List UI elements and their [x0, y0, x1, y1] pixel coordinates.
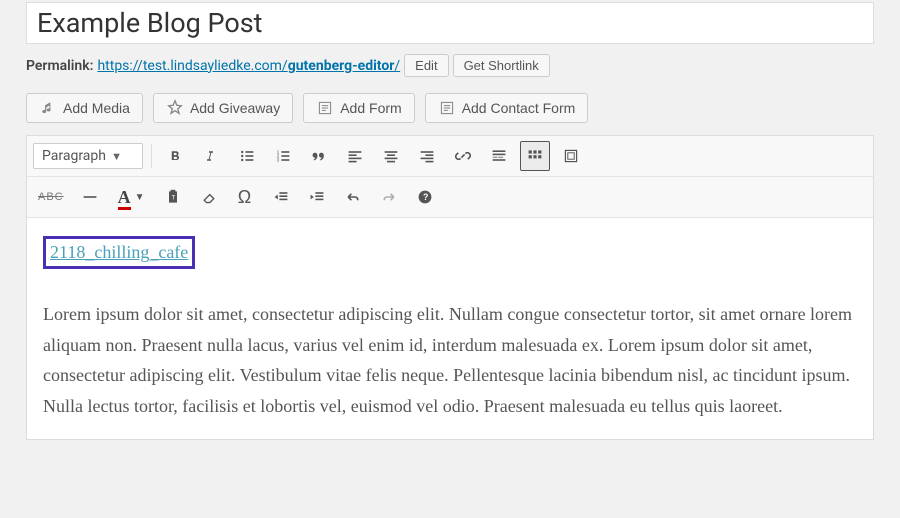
help-icon: ?	[417, 188, 433, 206]
clear-formatting-button[interactable]	[194, 182, 224, 212]
permalink-link[interactable]: https://test.lindsayliedke.com/gutenberg…	[97, 58, 400, 74]
format-select[interactable]: Paragraph ▼	[33, 143, 143, 169]
insert-more-button[interactable]	[484, 141, 514, 171]
italic-icon	[203, 147, 219, 165]
camera-music-icon	[39, 100, 57, 116]
undo-button[interactable]	[338, 182, 368, 212]
omega-icon: Ω	[238, 187, 251, 208]
link-icon	[455, 147, 471, 165]
strikethrough-button[interactable]: ABC	[33, 182, 69, 212]
special-character-button[interactable]: Ω	[230, 182, 260, 212]
toolbar-row-1: Paragraph ▼ 123	[27, 136, 873, 177]
title-input-wrap[interactable]: Example Blog Post	[26, 2, 874, 44]
content-paragraph: Lorem ipsum dolor sit amet, consectetur …	[43, 299, 857, 421]
editor-panel: Paragraph ▼ 123	[26, 135, 874, 440]
chevron-down-icon: ▼	[135, 192, 145, 203]
help-button[interactable]: ?	[410, 182, 440, 212]
toolbar-row-2: ABC A ▼ T Ω	[27, 177, 873, 218]
bold-icon	[167, 147, 183, 165]
permalink-row: Permalink: https://test.lindsayliedke.co…	[26, 54, 874, 77]
svg-text:3: 3	[277, 158, 280, 164]
undo-icon	[345, 188, 361, 206]
form-icon	[316, 100, 334, 116]
horizontal-rule-button[interactable]	[75, 182, 105, 212]
list-ol-icon: 123	[275, 147, 291, 165]
clipboard-icon: T	[165, 188, 181, 206]
eraser-icon	[201, 188, 217, 206]
outdent-icon	[273, 188, 289, 206]
add-giveaway-button[interactable]: Add Giveaway	[153, 93, 293, 123]
text-color-button[interactable]: A ▼	[111, 182, 152, 212]
add-media-button[interactable]: Add Media	[26, 93, 143, 123]
add-contact-form-button[interactable]: Add Contact Form	[425, 93, 589, 123]
edit-permalink-button[interactable]: Edit	[404, 54, 448, 77]
selected-link-highlight: 2118_chilling_cafe	[43, 236, 195, 269]
permalink-label: Permalink:	[26, 58, 93, 74]
numbered-list-button[interactable]: 123	[268, 141, 298, 171]
bulleted-list-button[interactable]	[232, 141, 262, 171]
redo-button[interactable]	[374, 182, 404, 212]
giveaway-icon	[166, 99, 184, 117]
svg-text:?: ?	[423, 192, 428, 202]
align-center-icon	[383, 147, 399, 165]
align-right-button[interactable]	[412, 141, 442, 171]
editor-content[interactable]: 2118_chilling_cafe Lorem ipsum dolor sit…	[27, 218, 873, 439]
align-left-icon	[347, 147, 363, 165]
paste-text-button[interactable]: T	[158, 182, 188, 212]
content-link[interactable]: 2118_chilling_cafe	[50, 242, 188, 262]
svg-text:T: T	[171, 194, 175, 201]
fullscreen-icon	[563, 147, 579, 165]
distraction-free-button[interactable]	[556, 141, 586, 171]
toolbar-toggle-button[interactable]	[520, 141, 550, 171]
align-left-button[interactable]	[340, 141, 370, 171]
redo-icon	[381, 188, 397, 206]
align-right-icon	[419, 147, 435, 165]
divider	[151, 144, 152, 168]
chevron-down-icon: ▼	[111, 150, 122, 163]
strikethrough-icon: ABC	[38, 191, 64, 203]
indent-icon	[309, 188, 325, 206]
hr-icon	[82, 188, 98, 206]
text-color-icon: A	[118, 187, 131, 208]
get-shortlink-button[interactable]: Get Shortlink	[453, 54, 550, 77]
media-buttons-row: Add Media Add Giveaway Add Form Add Cont…	[26, 93, 874, 123]
toolbar-toggle-icon	[527, 147, 543, 165]
blockquote-button[interactable]	[304, 141, 334, 171]
bold-button[interactable]	[160, 141, 190, 171]
align-center-button[interactable]	[376, 141, 406, 171]
contact-form-icon	[438, 100, 456, 116]
outdent-button[interactable]	[266, 182, 296, 212]
add-form-button[interactable]: Add Form	[303, 93, 414, 123]
quote-icon	[311, 147, 327, 165]
post-title: Example Blog Post	[37, 7, 863, 39]
insert-link-button[interactable]	[448, 141, 478, 171]
indent-button[interactable]	[302, 182, 332, 212]
list-ul-icon	[239, 147, 255, 165]
italic-button[interactable]	[196, 141, 226, 171]
read-more-icon	[491, 147, 507, 165]
